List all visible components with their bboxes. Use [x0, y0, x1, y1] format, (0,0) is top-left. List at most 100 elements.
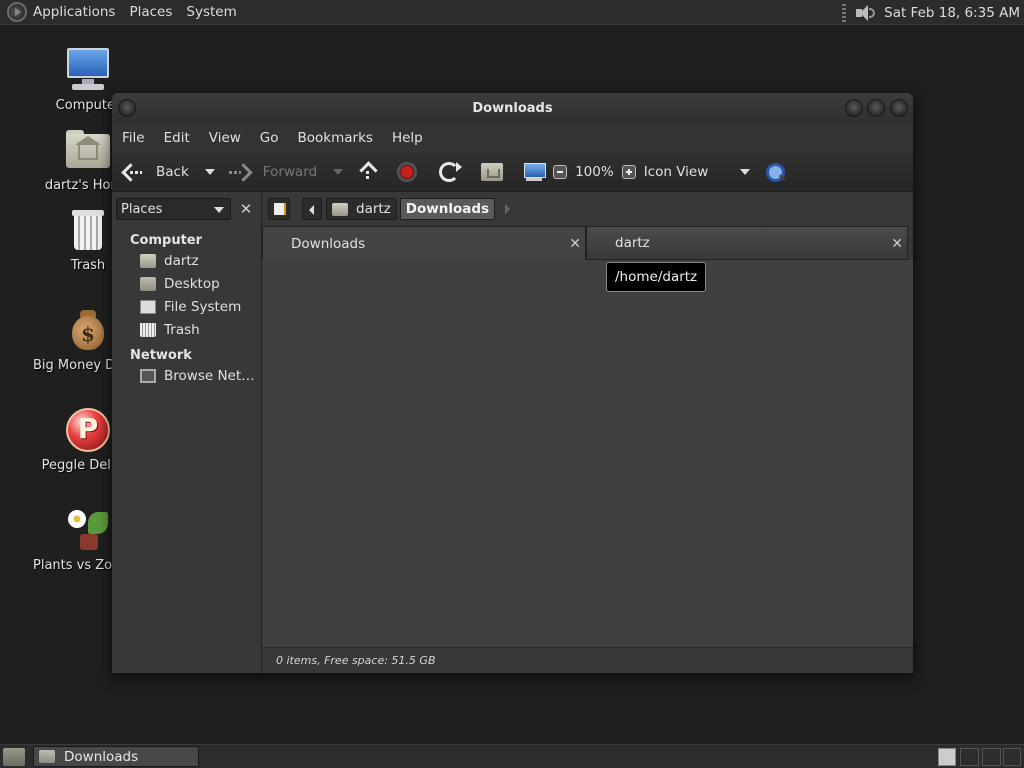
panel-tray: Sat Feb 18, 6:35 AM [842, 0, 1020, 25]
chevron-down-icon [740, 168, 751, 175]
workspace-2[interactable] [960, 748, 979, 766]
reload-icon[interactable] [439, 161, 463, 182]
workspace-1[interactable] [938, 748, 956, 766]
search-icon[interactable] [764, 161, 786, 183]
menubar: File Edit View Go Bookmarks Help [112, 124, 913, 152]
sidebar: Places ✕ Computer dartz Desktop File Sys… [112, 192, 262, 673]
peggle-icon: P [64, 406, 112, 454]
tab-dartz[interactable]: dartz ✕ [586, 226, 908, 260]
window-title: Downloads [472, 101, 553, 116]
file-manager-window: Downloads File Edit View Go Bookmarks He… [112, 93, 913, 673]
path-scroll-left-icon[interactable] [302, 198, 322, 220]
home-folder-icon [64, 126, 112, 174]
forward-button[interactable]: Forward [228, 162, 344, 182]
back-button[interactable]: Back [122, 162, 215, 182]
close-icon[interactable]: ✕ [569, 236, 581, 252]
sidebar-header: Places ✕ [112, 192, 261, 226]
maximize-button[interactable] [867, 99, 885, 117]
bottom-panel: Downloads [0, 744, 1024, 768]
chevron-down-icon [214, 207, 225, 213]
desktop-folder-icon [140, 276, 156, 291]
sidebar-section-network: Network [130, 348, 192, 363]
sidebar-item-label: Browse Net… [164, 367, 255, 384]
zoom-level: 100% [575, 163, 614, 180]
top-panel: Applications Places System Sat Feb 18, 6… [0, 0, 1024, 25]
home-icon[interactable] [481, 162, 504, 181]
forward-arrow-icon [228, 162, 251, 182]
taskbar-item-downloads[interactable]: Downloads [33, 746, 199, 767]
sidebar-selector[interactable]: Places [116, 198, 232, 220]
sidebar-item-label: Trash [164, 321, 200, 338]
view-mode-select[interactable]: Icon View [644, 164, 751, 180]
menu-system[interactable]: System [186, 4, 236, 20]
tab-downloads[interactable]: Downloads ✕ [262, 226, 586, 260]
status-text: 0 items, Free space: 51.5 GB [276, 654, 436, 667]
back-label: Back [156, 163, 189, 180]
network-icon [140, 368, 156, 383]
sidebar-item-label: File System [164, 298, 242, 315]
pathbar: dartz Downloads [262, 192, 913, 226]
stop-icon[interactable] [397, 161, 418, 182]
sidebar-item-file-system[interactable]: File System [112, 295, 261, 318]
folder-icon [39, 750, 55, 763]
panel-handle-icon[interactable] [842, 3, 847, 22]
workspace-3[interactable] [982, 748, 1001, 766]
view-mode-label: Icon View [643, 163, 709, 180]
main-menu-logo-icon[interactable] [7, 2, 27, 22]
crumb-downloads[interactable]: Downloads [399, 198, 496, 220]
sidebar-section-computer: Computer [130, 233, 203, 248]
zoom-out-icon[interactable] [553, 164, 568, 179]
home-folder-icon [140, 253, 156, 268]
money-bag-icon: $ [64, 306, 112, 354]
sidebar-item-browse-network[interactable]: Browse Net… [112, 364, 261, 387]
crumb-label: Downloads [405, 201, 490, 217]
location-edit-icon[interactable] [268, 198, 290, 220]
status-bar: 0 items, Free space: 51.5 GB [262, 647, 913, 673]
tab-label: dartz [615, 235, 650, 251]
menu-places[interactable]: Places [129, 4, 172, 20]
back-arrow-icon [122, 162, 144, 182]
computer-icon[interactable] [523, 162, 547, 182]
tab-path-tooltip: /home/dartz [606, 262, 707, 292]
menu-edit[interactable]: Edit [164, 130, 190, 146]
trash-icon [64, 206, 112, 254]
toolbar: Back Forward 100% Icon View [112, 152, 913, 192]
sidebar-item-dartz[interactable]: dartz [112, 249, 261, 272]
volume-icon[interactable] [854, 4, 876, 22]
trash-icon [140, 322, 156, 337]
drive-icon [140, 299, 156, 314]
tab-label: Downloads [291, 235, 366, 252]
crumb-label: dartz [356, 201, 391, 217]
crumb-dartz[interactable]: dartz [326, 198, 397, 220]
sidebar-selector-label: Places [121, 201, 163, 217]
main-pane: dartz Downloads Downloads ✕ dartz ✕ /hom [262, 192, 913, 673]
menu-go[interactable]: Go [260, 130, 279, 146]
show-desktop-icon[interactable] [3, 747, 25, 766]
sidebar-close-icon[interactable]: ✕ [235, 198, 257, 220]
menu-view[interactable]: View [209, 130, 241, 146]
close-icon[interactable]: ✕ [891, 236, 903, 252]
path-scroll-right-icon[interactable] [498, 198, 518, 220]
minimize-button[interactable] [845, 99, 863, 117]
up-arrow-icon[interactable] [357, 161, 379, 183]
menu-file[interactable]: File [122, 130, 145, 146]
sidebar-item-trash[interactable]: Trash [112, 318, 261, 341]
menu-applications[interactable]: Applications [33, 4, 115, 20]
home-folder-icon [332, 202, 348, 216]
sidebar-item-label: dartz [164, 252, 199, 269]
forward-label: Forward [262, 163, 318, 180]
forward-history-dropdown-icon[interactable] [333, 168, 344, 175]
workspace-4[interactable] [1003, 748, 1021, 766]
menu-help[interactable]: Help [392, 130, 423, 146]
file-view[interactable]: /home/dartz [262, 260, 913, 647]
window-titlebar[interactable]: Downloads [112, 93, 913, 124]
zoom-in-icon[interactable] [621, 164, 636, 179]
sidebar-item-label: Desktop [164, 275, 220, 292]
back-history-dropdown-icon[interactable] [204, 168, 215, 175]
sidebar-item-desktop[interactable]: Desktop [112, 272, 261, 295]
close-button[interactable] [890, 99, 908, 117]
clock[interactable]: Sat Feb 18, 6:35 AM [884, 5, 1020, 21]
taskbar-item-label: Downloads [64, 748, 139, 765]
menu-bookmarks[interactable]: Bookmarks [298, 130, 373, 146]
tab-bar: Downloads ✕ dartz ✕ [262, 226, 913, 260]
